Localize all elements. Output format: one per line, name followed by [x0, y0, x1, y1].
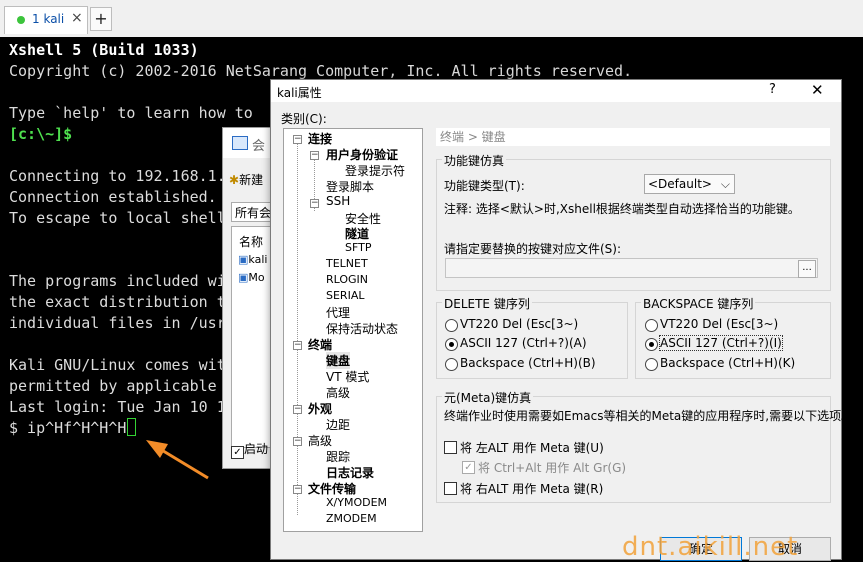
tree-item-serial[interactable]: SERIAL [326, 289, 364, 302]
properties-dialog: kali属性 ? ✕ 类别(C): − 连接 − 用户身份验证 登录提示符 登录… [270, 79, 853, 561]
collapse-icon[interactable]: − [310, 199, 319, 208]
backspace-vt220-label: VT220 Del (Esc[3~) [660, 317, 779, 331]
backspace-ctrlh-radio[interactable] [645, 358, 658, 371]
meta-group-label: 元(Meta)键仿真 [442, 389, 534, 406]
tree-item-margin[interactable]: 边距 [326, 416, 350, 433]
backspace-ctrlh-label: Backspace (Ctrl+H)(K) [660, 356, 796, 370]
category-tree: − 连接 − 用户身份验证 登录提示符 登录脚本 − SSH 安全性 隧道 SF… [283, 128, 423, 532]
backspace-ascii127-label: ASCII 127 (Ctrl+?)(I) [659, 335, 783, 351]
breadcrumb: 终端 > 键盘 [436, 128, 830, 146]
meta-description-line: 终端作业时使用需要如Emacs等相关的Meta键的应用程序时,需要以下选项。 [444, 409, 854, 423]
delete-backspace-radio[interactable] [445, 358, 458, 371]
right-alt-meta-checkbox[interactable] [444, 482, 457, 495]
backspace-vt220-radio[interactable] [645, 319, 658, 332]
tree-item-connection[interactable]: 连接 [308, 130, 332, 147]
delete-backspace-label: Backspace (Ctrl+H)(B) [460, 356, 596, 370]
tree-item-trace[interactable]: 跟踪 [326, 448, 350, 465]
delete-ascii127-label: ASCII 127 (Ctrl+?)(A) [460, 336, 587, 350]
tree-item-sftp[interactable]: SFTP [345, 241, 371, 254]
tree-item-login-script[interactable]: 登录脚本 [326, 178, 374, 195]
delete-vt220-label: VT220 Del (Esc[3~) [460, 317, 579, 331]
tree-item-zmodem[interactable]: ZMODEM [326, 512, 377, 525]
function-key-type-select[interactable]: <Default> ⌵ [644, 174, 735, 194]
tree-item-proxy[interactable]: 代理 [326, 304, 350, 321]
tree-item-keepalive[interactable]: 保持活动状态 [326, 320, 398, 337]
close-button[interactable]: ✕ [811, 81, 824, 99]
dialog-title: kali属性 [277, 86, 322, 100]
collapse-icon[interactable]: − [293, 135, 302, 144]
tree-item-auth[interactable]: 用户身份验证 [326, 146, 398, 163]
tree-item-rlogin[interactable]: RLOGIN [326, 273, 368, 286]
right-alt-meta-label: 将 右ALT 用作 Meta 键(R) [460, 482, 604, 496]
collapse-icon[interactable]: − [293, 485, 302, 494]
tree-item-advanced-group[interactable]: 高级 [308, 432, 332, 449]
delete-ascii127-radio[interactable] [445, 338, 458, 351]
tree-item-vt-mode[interactable]: VT 模式 [326, 368, 369, 385]
ctrl-alt-altgr-checkbox[interactable]: ✓ [462, 461, 475, 474]
dialog-titlebar: kali属性 ? ✕ [271, 80, 841, 102]
function-key-group-label: 功能键仿真 [442, 152, 507, 169]
tree-item-ssh[interactable]: SSH [326, 194, 350, 208]
tree-item-telnet[interactable]: TELNET [326, 257, 368, 270]
tree-item-advanced[interactable]: 高级 [326, 384, 350, 401]
collapse-icon[interactable]: − [293, 341, 302, 350]
tree-item-tunnel[interactable]: 隧道 [345, 225, 369, 242]
left-alt-meta-checkbox[interactable] [444, 441, 457, 454]
tree-item-logging[interactable]: 日志记录 [326, 464, 374, 481]
tree-item-file-transfer[interactable]: 文件传输 [308, 480, 356, 497]
left-alt-meta-label: 将 左ALT 用作 Meta 键(U) [460, 441, 604, 455]
browse-button[interactable]: ... [798, 260, 816, 278]
tree-item-xymodem[interactable]: X/YMODEM [326, 496, 387, 509]
key-file-label: 请指定要替换的按键对应文件(S): [444, 242, 622, 256]
backspace-ascii127-radio[interactable] [645, 338, 658, 351]
category-label: 类别(C): [281, 112, 327, 126]
function-key-note: 注释: 选择<默认>时,Xshell根据终端类型自动选择恰当的功能键。 [444, 202, 800, 216]
tree-line [297, 139, 298, 515]
collapse-icon[interactable]: − [293, 437, 302, 446]
delete-group-label: DELETE 键序列 [442, 295, 532, 312]
tree-item-appearance[interactable]: 外观 [308, 400, 332, 417]
help-button[interactable]: ? [769, 82, 776, 97]
tree-item-keyboard[interactable]: 键盘 [326, 352, 351, 369]
collapse-icon[interactable]: − [293, 405, 302, 414]
backspace-group-label: BACKSPACE 键序列 [641, 295, 756, 312]
tree-item-login-prompt[interactable]: 登录提示符 [345, 162, 405, 179]
tree-item-terminal[interactable]: 终端 [308, 336, 332, 353]
function-key-type-label: 功能键类型(T): [444, 179, 525, 193]
ctrl-alt-altgr-label: 将 Ctrl+Alt 用作 Alt Gr(G) [478, 461, 627, 475]
chevron-down-icon: ⌵ [720, 177, 730, 191]
key-file-input[interactable]: ... [445, 258, 818, 278]
delete-vt220-radio[interactable] [445, 319, 458, 332]
collapse-icon[interactable]: − [310, 151, 319, 160]
